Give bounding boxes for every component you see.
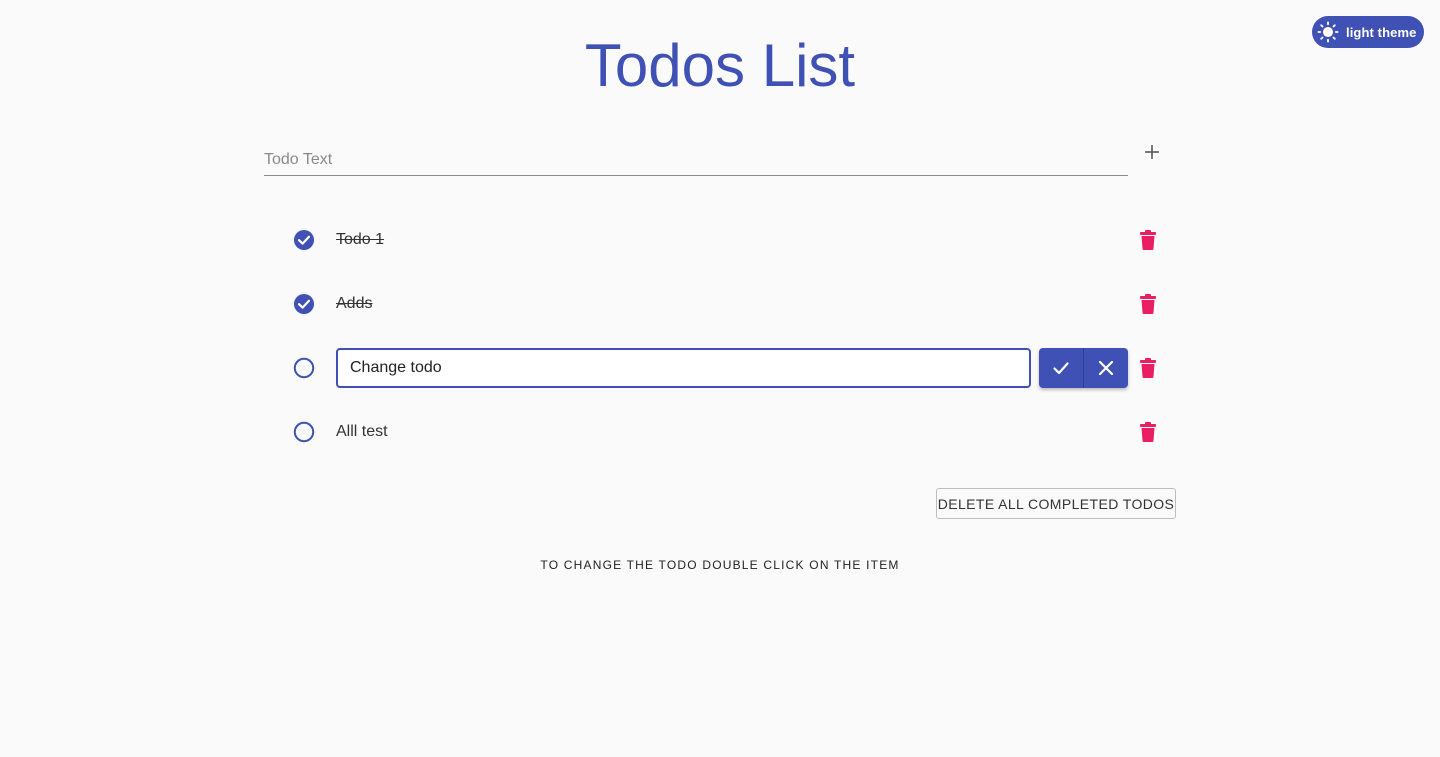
todo-checkbox-checked[interactable] xyxy=(292,292,316,316)
todo-list: Todo 1 Adds Change todo Alll test xyxy=(280,208,1170,464)
edit-todo-field[interactable] xyxy=(336,348,1031,388)
trash-icon xyxy=(1140,358,1156,378)
edit-actions xyxy=(1039,348,1128,388)
plus-icon xyxy=(1145,145,1159,159)
todo-checkbox-checked[interactable] xyxy=(292,228,316,252)
check-circle-icon xyxy=(294,294,314,314)
close-icon xyxy=(1098,360,1114,376)
todo-checkbox-unchecked[interactable] xyxy=(292,356,316,380)
todo-checkbox-unchecked[interactable] xyxy=(292,420,316,444)
todo-text: Alll test xyxy=(336,423,388,440)
page-title: Todos List xyxy=(584,32,856,99)
delete-todo-button[interactable] xyxy=(1136,228,1160,252)
checkmark-icon xyxy=(1053,362,1069,375)
empty-circle-icon xyxy=(293,421,315,443)
delete-todo-button[interactable] xyxy=(1136,420,1160,444)
add-todo-button[interactable] xyxy=(1140,140,1164,164)
todo-item[interactable]: Alll test xyxy=(280,400,1170,464)
trash-icon xyxy=(1140,294,1156,314)
edit-hint: TO CHANGE THE TODO DOUBLE CLICK ON THE I… xyxy=(540,558,900,572)
confirm-edit-button[interactable] xyxy=(1039,348,1083,388)
edit-todo-input[interactable] xyxy=(338,350,1029,386)
delete-todo-button[interactable] xyxy=(1136,356,1160,380)
delete-todo-button[interactable] xyxy=(1136,292,1160,316)
todo-item[interactable]: Adds xyxy=(280,272,1170,336)
todo-item-editing[interactable] xyxy=(280,336,1170,400)
todo-item[interactable]: Todo 1 xyxy=(280,208,1170,272)
check-circle-icon xyxy=(294,230,314,250)
empty-circle-icon xyxy=(293,357,315,379)
todo-text: Adds xyxy=(336,295,373,312)
trash-icon xyxy=(1140,422,1156,442)
delete-completed-button[interactable]: DELETE ALL COMPLETED TODOS xyxy=(936,488,1176,519)
cancel-edit-button[interactable] xyxy=(1083,348,1128,388)
new-todo-field[interactable] xyxy=(264,142,1128,176)
todo-text: Todo 1 xyxy=(336,231,385,248)
trash-icon xyxy=(1140,230,1156,250)
new-todo-input[interactable] xyxy=(264,142,1128,176)
